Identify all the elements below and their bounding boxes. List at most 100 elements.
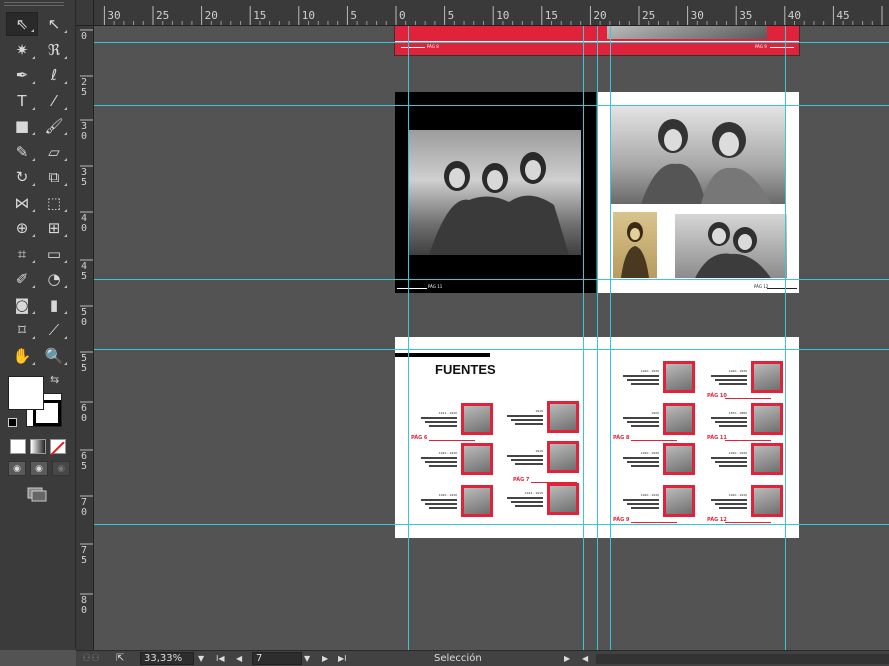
gpu-icon[interactable]: ⚇⚇ <box>82 652 100 665</box>
pen-tool-icon[interactable]: ✒ <box>6 63 38 87</box>
guide-horizontal[interactable] <box>94 279 889 280</box>
hand-tool-icon[interactable]: ✋ <box>6 344 38 368</box>
last-artboard-icon[interactable]: ▶I <box>338 652 347 665</box>
source-entry[interactable]: 1914 - 1915 <box>487 483 579 523</box>
color-mode-button[interactable] <box>10 439 26 454</box>
curvature-tool-icon[interactable]: ℓ <box>38 63 70 87</box>
symbol-sprayer-tool-icon[interactable]: ◙ <box>6 293 38 317</box>
none-mode-button[interactable] <box>50 439 66 456</box>
flyout-indicator <box>64 208 67 212</box>
next-artboard-icon[interactable]: ▶ <box>322 652 328 665</box>
width-tool-icon[interactable]: ⋈ <box>6 191 38 215</box>
source-entry[interactable]: 1920 - 1930 <box>401 485 493 525</box>
artboard-spread-2-left[interactable]: PÁG 11 <box>395 92 596 293</box>
share-icon[interactable]: ⇱ <box>116 652 124 665</box>
selection-tool-icon[interactable]: ⇖ <box>6 12 38 36</box>
draw-inside-button[interactable]: ◉ <box>52 461 70 476</box>
guide-horizontal[interactable] <box>94 349 889 350</box>
eraser-tool-icon[interactable]: ▱ <box>38 140 70 164</box>
source-entry[interactable]: 1910 <box>487 441 579 481</box>
draw-behind-button[interactable]: ◉ <box>30 461 48 476</box>
flyout-indicator <box>64 157 67 161</box>
source-year: 1920 - 1930 <box>728 493 747 497</box>
source-entry[interactable]: 1920 - 1930 <box>603 443 695 483</box>
artboard-dropdown-icon[interactable]: ▼ <box>304 652 310 665</box>
perspective-grid-tool-icon[interactable]: ⊞ <box>38 216 70 240</box>
zoom-dropdown-icon[interactable]: ▼ <box>198 652 204 665</box>
guide-vertical[interactable] <box>785 26 786 650</box>
caption-line <box>719 383 747 385</box>
source-entry[interactable]: 1920 - 1930 <box>691 485 783 525</box>
document-canvas[interactable]: PÁG 8 PÁG 9 PÁG 11 PÁG 12 FUENTES 1911 -… <box>94 26 889 650</box>
ruler-origin[interactable] <box>76 0 94 26</box>
panel-grip[interactable] <box>4 2 64 6</box>
source-entry[interactable]: 1910 <box>487 401 579 441</box>
guide-vertical[interactable] <box>597 26 598 650</box>
caption-line <box>719 507 747 509</box>
default-colors-icon[interactable] <box>8 418 17 427</box>
status-menu-icon[interactable]: ▶ <box>564 652 570 665</box>
guide-vertical[interactable] <box>408 26 409 650</box>
fill-color-swatch[interactable] <box>8 376 44 410</box>
source-year: 1920 - 1930 <box>438 451 457 455</box>
gradient-tool-icon-glyph: ▭ <box>46 244 62 263</box>
first-artboard-icon[interactable]: I◀ <box>216 652 225 665</box>
flyout-indicator <box>64 361 67 365</box>
source-entry[interactable]: 1920 - 1930 <box>691 361 783 401</box>
guide-horizontal[interactable] <box>94 524 889 525</box>
direct-selection-tool-icon-glyph: ↖ <box>47 15 61 33</box>
direct-selection-tool-icon[interactable]: ↖ <box>38 12 70 36</box>
guide-vertical[interactable] <box>610 26 611 650</box>
ruler-label: 7 0 <box>80 497 88 518</box>
swap-colors-icon[interactable]: ⇆ <box>50 373 59 386</box>
slice-tool-icon[interactable]: ⟋ <box>38 318 70 342</box>
selection-tool-icon-glyph: ⇖ <box>15 15 29 33</box>
shape-builder-tool-icon[interactable]: ⊕ <box>6 216 38 240</box>
free-transform-tool-icon[interactable]: ⬚ <box>38 191 70 215</box>
lasso-tool-icon[interactable]: ℜ <box>38 38 70 62</box>
flyout-indicator <box>32 157 35 161</box>
gradient-mode-button[interactable] <box>30 439 46 454</box>
previous-artboard-icon[interactable]: ◀ <box>236 652 242 665</box>
rotate-tool-icon[interactable]: ↻ <box>6 165 38 189</box>
source-entry[interactable]: 1870 - 1880 <box>691 403 783 443</box>
zoom-tool-icon[interactable]: 🔍 <box>38 344 70 368</box>
paintbrush-tool-icon[interactable]: 🖌 <box>38 114 70 138</box>
rule <box>397 288 427 289</box>
source-entry[interactable]: 1920 - 1930 <box>691 443 783 483</box>
blend-tool-icon[interactable]: ◔ <box>38 267 70 291</box>
artboard-number-field[interactable]: 7 <box>252 652 302 665</box>
eyedropper-tool-icon[interactable]: ✐ <box>6 267 38 291</box>
scale-tool-icon-glyph: ⧉ <box>48 168 60 186</box>
artboard-spread-2-right[interactable]: PÁG 12 <box>597 92 799 293</box>
source-entry[interactable]: 1920 - 1930 <box>401 443 493 483</box>
artboard-tool-icon[interactable]: ⌑ <box>6 318 38 342</box>
draw-normal-button[interactable]: ◉ <box>8 461 26 476</box>
caption-line <box>711 417 747 419</box>
flyout-indicator <box>64 132 67 135</box>
rectangle-tool-icon[interactable]: ■ <box>6 114 38 138</box>
guide-horizontal[interactable] <box>94 42 889 43</box>
horizontal-ruler[interactable]: 30 25 20 15 10 5 0 5 10 15 20 25 30 35 40 45 <box>76 0 889 26</box>
caption-line <box>623 417 659 419</box>
column-graph-tool-icon[interactable]: ▮ <box>38 293 70 317</box>
mesh-tool-icon[interactable]: ⌗ <box>6 242 38 266</box>
type-tool-icon[interactable]: T <box>6 89 38 113</box>
source-entry[interactable]: 1920 - 1930 <box>603 361 695 401</box>
zoom-level-field[interactable]: 33,33% <box>140 652 194 665</box>
scroll-left-icon[interactable]: ◀ <box>582 652 588 665</box>
vertical-ruler[interactable]: 0 2 5 3 0 3 5 4 0 4 5 5 0 5 5 6 0 6 5 7 0 7 5 8 0 <box>76 26 94 650</box>
screen-mode-icon[interactable] <box>26 486 48 502</box>
current-tool-status[interactable]: Selección <box>434 652 482 665</box>
horizontal-scrollbar[interactable] <box>596 654 889 664</box>
line-tool-icon[interactable]: ⁄ <box>38 89 70 113</box>
caption-line <box>515 505 543 507</box>
guide-vertical[interactable] <box>583 26 584 650</box>
gradient-tool-icon[interactable]: ▭ <box>38 242 70 266</box>
caption-line <box>425 461 457 463</box>
scale-tool-icon[interactable]: ⧉ <box>38 165 70 189</box>
magic-wand-tool-icon[interactable]: ✷ <box>6 38 38 62</box>
caption-line <box>507 497 543 499</box>
pencil-tool-icon[interactable]: ✎ <box>6 140 38 164</box>
guide-horizontal[interactable] <box>94 105 889 106</box>
